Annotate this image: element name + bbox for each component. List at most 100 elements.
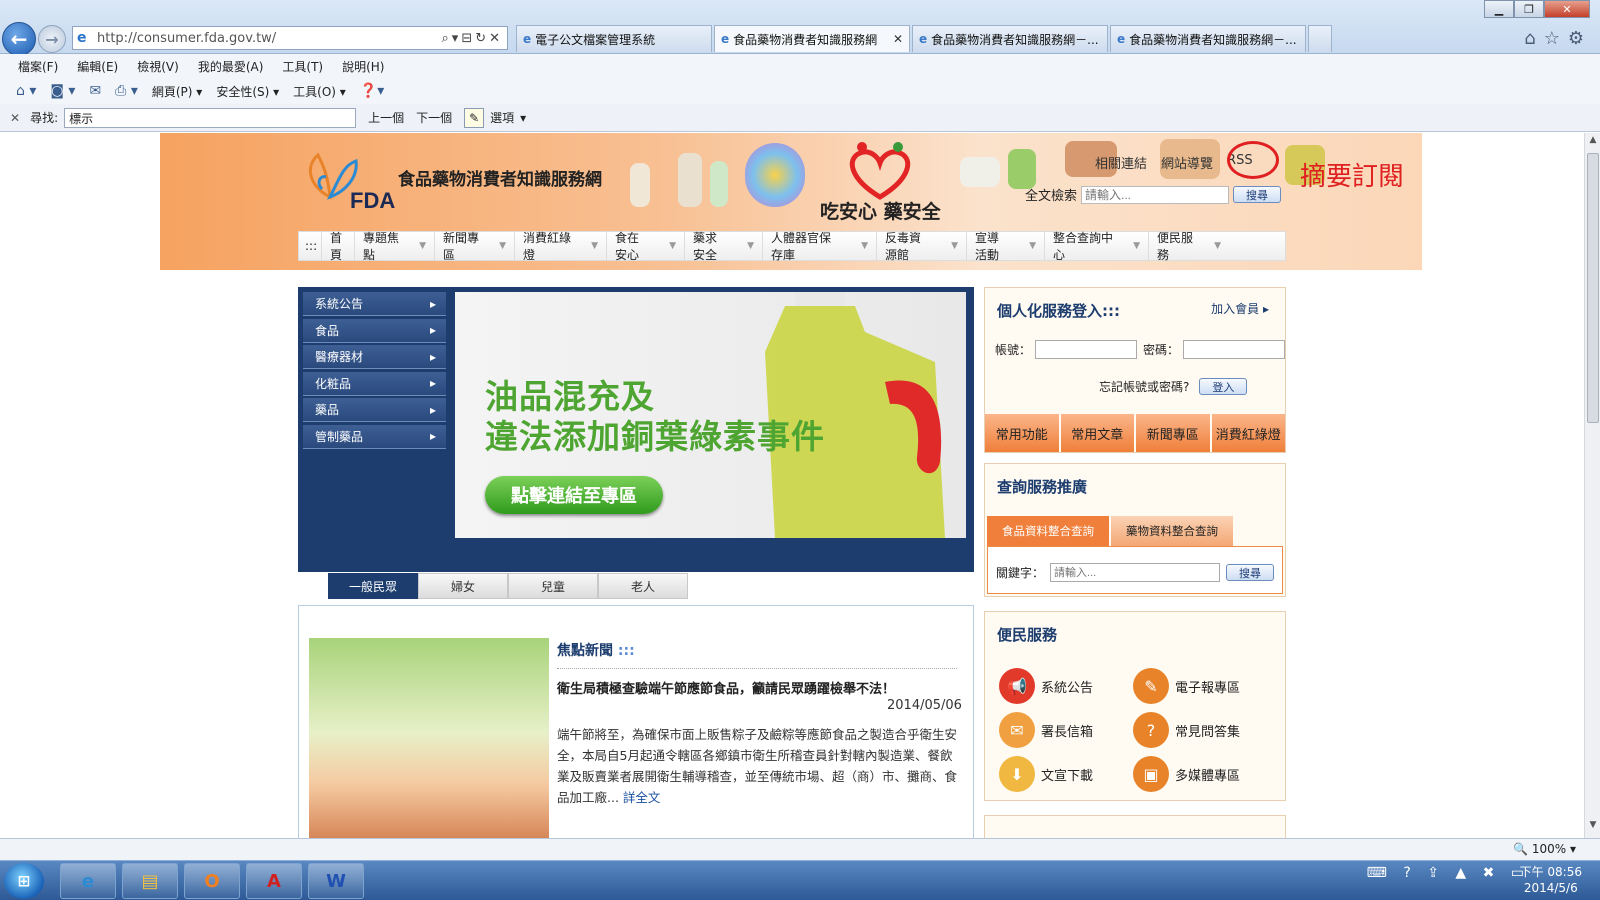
- banner-link-button[interactable]: 點擊連結至專區: [485, 476, 663, 514]
- menu-help[interactable]: 說明(H): [342, 58, 384, 75]
- home-icon[interactable]: ⌂: [1524, 28, 1543, 49]
- category-medical-devices[interactable]: 醫療器材 ▸: [303, 345, 446, 370]
- close-window-button[interactable]: ✕: [1544, 0, 1590, 18]
- category-food[interactable]: 食品 ▸: [303, 318, 446, 343]
- service-director-mailbox[interactable]: ✉ 署長信箱: [999, 712, 1093, 748]
- join-member-link[interactable]: 加入會員 ▸: [1211, 300, 1269, 317]
- tools-menu[interactable]: 工具(O) ▾: [293, 83, 346, 100]
- mail-icon[interactable]: ✉: [89, 83, 101, 99]
- feeds-icon[interactable]: ◙ ▾: [50, 83, 75, 99]
- print-icon[interactable]: ⎙ ▾: [115, 83, 138, 99]
- tab-elderly[interactable]: 老人: [598, 573, 688, 599]
- news-headline[interactable]: 衛生局積極查驗端午節應節食品，籲請民眾踴躍檢舉不法！: [557, 678, 895, 697]
- tab-common-articles[interactable]: 常用文章: [1060, 414, 1134, 452]
- nav-anti-drug[interactable]: 反毒資源館 ▼: [877, 231, 967, 262]
- service-faq[interactable]: ? 常見問答集: [1133, 712, 1240, 748]
- tab-consumer-lights[interactable]: 消費紅綠燈: [1211, 414, 1285, 452]
- tab-1[interactable]: e 電子公文檔案管理系統: [516, 25, 712, 52]
- service-multimedia[interactable]: ▣ 多媒體專區: [1133, 756, 1240, 792]
- tab-2[interactable]: e 食品藥物消費者知識服務網 ✕: [714, 25, 910, 52]
- nav-skip[interactable]: :::: [299, 232, 322, 260]
- tab-food-query[interactable]: 食品資料整合查詢: [987, 516, 1109, 546]
- tab-common-functions[interactable]: 常用功能: [985, 414, 1059, 452]
- find-input[interactable]: 標示: [64, 107, 357, 128]
- password-input[interactable]: [1183, 340, 1285, 359]
- nav-consumer-lights[interactable]: 消費紅綠燈 ▼: [515, 231, 607, 262]
- find-previous-button[interactable]: 上一個: [368, 109, 404, 126]
- menu-edit[interactable]: 編輯(E): [77, 58, 118, 75]
- banner[interactable]: 油品混充及 違法添加銅葉綠素事件 點擊連結至專區: [455, 292, 966, 538]
- address-bar[interactable]: e http://consumer.fda.gov.tw/ ⌕▾⊟↻✕: [72, 26, 508, 50]
- tab-drug-query[interactable]: 藥物資料整合查詢: [1111, 516, 1233, 546]
- tab-3[interactable]: e 食品藥物消費者知識服務網－...: [912, 25, 1108, 52]
- forgot-password-link[interactable]: 忘記帳號或密碼?: [1099, 378, 1189, 395]
- keyword-input[interactable]: [1050, 563, 1221, 582]
- nav-drug-safety[interactable]: 藥求安全 ▼: [685, 231, 763, 262]
- category-drugs[interactable]: 藥品 ▸: [303, 398, 446, 423]
- forward-button[interactable]: →: [38, 25, 66, 53]
- menu-view[interactable]: 檢視(V): [137, 58, 179, 75]
- highlight-pen-icon[interactable]: ✎: [464, 107, 485, 128]
- tab-news-zone[interactable]: 新聞專區: [1136, 414, 1210, 452]
- ie-taskbar-icon[interactable]: e: [60, 863, 116, 899]
- page-menu[interactable]: 網頁(P) ▾: [152, 83, 202, 100]
- home-icon[interactable]: ⌂ ▾: [16, 83, 36, 99]
- safety-menu-label: 安全性(S): [216, 84, 270, 99]
- login-button[interactable]: 登入: [1199, 378, 1248, 395]
- address-url[interactable]: http://consumer.fda.gov.tw/: [97, 31, 442, 46]
- category-controlled-drugs[interactable]: 管制藥品 ▸: [303, 424, 446, 449]
- account-input[interactable]: [1035, 340, 1137, 359]
- fulltext-search-button[interactable]: 搜尋: [1233, 186, 1282, 203]
- new-tab-button[interactable]: [1308, 25, 1332, 52]
- nav-topics[interactable]: 專題焦點 ▼: [355, 231, 435, 262]
- word-taskbar-icon[interactable]: W: [308, 863, 364, 899]
- nav-services[interactable]: 便民服務 ▼: [1149, 231, 1229, 262]
- nav-organ-bank[interactable]: 人體器官保存庫 ▼: [763, 231, 877, 262]
- explorer-taskbar-icon[interactable]: ▤: [122, 863, 178, 899]
- read-more-link[interactable]: 詳全文: [623, 790, 661, 805]
- nav-news[interactable]: 新聞專區 ▼: [435, 231, 515, 262]
- tab-general-public[interactable]: 一般民眾: [328, 573, 418, 599]
- category-cosmetics[interactable]: 化粧品 ▸: [303, 371, 446, 396]
- category-announcements[interactable]: 系統公告 ▸: [303, 292, 446, 316]
- minimize-button[interactable]: ▁: [1484, 0, 1514, 18]
- zoom-control[interactable]: 🔍 100% ▾: [1513, 842, 1576, 856]
- close-tab-icon[interactable]: ✕: [893, 32, 903, 46]
- help-icon[interactable]: ❓▾: [360, 83, 384, 99]
- settings-gear-icon[interactable]: ⚙: [1568, 28, 1592, 49]
- system-tray-icons[interactable]: ⌨ ? ⇪ ▲ ✖ ▭: [1367, 865, 1530, 881]
- menu-file[interactable]: 檔案(F): [18, 58, 58, 75]
- close-find-icon[interactable]: ✕: [10, 111, 20, 125]
- service-announcements[interactable]: 📢 系統公告: [999, 668, 1093, 704]
- back-button[interactable]: ←: [2, 22, 36, 56]
- query-search-button[interactable]: 搜尋: [1226, 564, 1275, 581]
- outlook-taskbar-icon[interactable]: O: [184, 863, 240, 899]
- scroll-down-icon[interactable]: ▼: [1585, 820, 1600, 836]
- site-map-link[interactable]: 網站導覽: [1161, 153, 1213, 172]
- service-downloads[interactable]: ⬇ 文宣下載: [999, 756, 1093, 792]
- scroll-thumb[interactable]: [1587, 153, 1599, 423]
- start-button[interactable]: ⊞: [4, 863, 44, 899]
- clock[interactable]: 下午 08:56 2014/5/6: [1520, 864, 1582, 896]
- favorites-star-icon[interactable]: ☆: [1544, 28, 1568, 49]
- service-newsletter[interactable]: ✎ 電子報專區: [1133, 668, 1240, 704]
- menu-favorites[interactable]: 我的最愛(A): [198, 58, 264, 75]
- tab-4[interactable]: e 食品藥物消費者知識服務網－...: [1110, 25, 1306, 52]
- vertical-scrollbar[interactable]: ▲ ▼: [1584, 133, 1600, 838]
- find-next-button[interactable]: 下一個: [416, 109, 452, 126]
- tab-children[interactable]: 兒童: [508, 573, 598, 599]
- menu-tools[interactable]: 工具(T): [282, 58, 323, 75]
- maximize-button[interactable]: ❐: [1514, 0, 1544, 18]
- safety-menu[interactable]: 安全性(S) ▾: [216, 83, 279, 100]
- nav-food-safety[interactable]: 食在安心 ▼: [607, 231, 685, 262]
- tab-women[interactable]: 婦女: [418, 573, 508, 599]
- nav-events[interactable]: 宣導活動 ▼: [967, 231, 1045, 262]
- scroll-up-icon[interactable]: ▲: [1585, 135, 1600, 151]
- address-tools-icons[interactable]: ⌕▾⊟↻✕: [442, 31, 507, 46]
- fulltext-search-input[interactable]: [1081, 185, 1230, 204]
- related-links-link[interactable]: 相關連結: [1095, 153, 1147, 172]
- nav-query-center[interactable]: 整合查詢中心 ▼: [1045, 231, 1149, 262]
- find-options-button[interactable]: ✎ 選項 ▾: [464, 107, 526, 128]
- nav-home[interactable]: 首頁: [322, 231, 355, 262]
- pdf-taskbar-icon[interactable]: A: [246, 863, 302, 899]
